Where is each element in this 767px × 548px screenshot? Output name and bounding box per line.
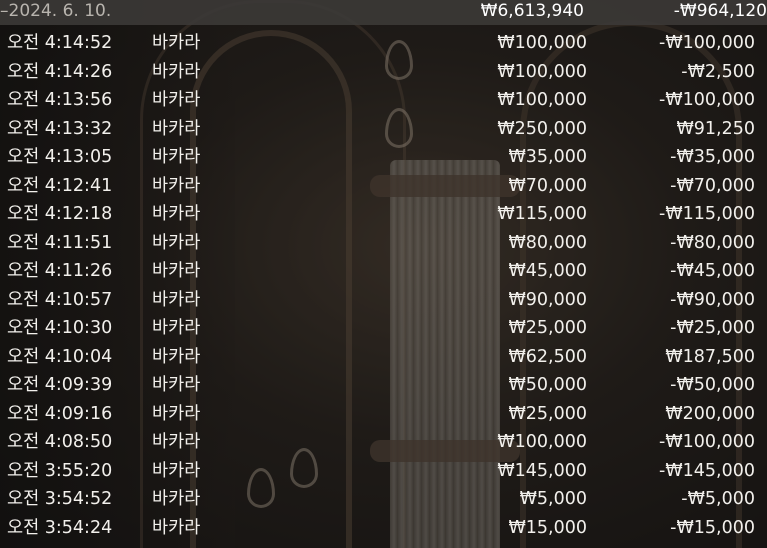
game-name: 바카라 bbox=[152, 289, 201, 310]
game-name: 바카라 bbox=[152, 175, 201, 196]
bet-history-row[interactable]: 오전 4:09:16 바카라 ₩25,000 ₩200,000 bbox=[0, 400, 767, 429]
total-bet-amount: ₩6,613,940 bbox=[480, 1, 584, 21]
result-amount: -₩35,000 bbox=[670, 147, 755, 167]
result-amount: -₩100,000 bbox=[659, 432, 755, 452]
bet-history-row[interactable]: 오전 4:14:26 바카라 ₩100,000 -₩2,500 bbox=[0, 58, 767, 87]
result-amount: -₩70,000 bbox=[670, 175, 755, 196]
bet-time: 오전 4:09:16 bbox=[7, 403, 113, 424]
bet-history-row[interactable]: 오전 3:54:24 바카라 ₩15,000 -₩15,000 bbox=[0, 514, 767, 543]
bet-amount: ₩70,000 bbox=[508, 175, 587, 196]
game-name: 바카라 bbox=[152, 318, 201, 338]
result-amount: -₩2,500 bbox=[681, 61, 755, 82]
bet-amount: ₩15,000 bbox=[508, 517, 587, 538]
bet-history-list: 오전 4:14:52 바카라 ₩100,000 -₩100,000 오전 4:1… bbox=[0, 29, 767, 542]
bet-time: 오전 4:10:04 bbox=[7, 346, 113, 367]
bet-amount: ₩90,000 bbox=[508, 289, 587, 310]
game-name: 바카라 bbox=[152, 61, 201, 82]
bet-amount: ₩80,000 bbox=[508, 232, 587, 253]
date-label: –2024. 6. 10. bbox=[0, 1, 112, 21]
game-name: 바카라 bbox=[152, 261, 201, 281]
bet-time: 오전 4:10:57 bbox=[7, 289, 113, 310]
game-name: 바카라 bbox=[152, 375, 201, 395]
bet-time: 오전 4:13:32 bbox=[7, 118, 113, 139]
bet-amount: ₩115,000 bbox=[497, 204, 587, 224]
bet-amount: ₩5,000 bbox=[519, 489, 587, 509]
game-name: 바카라 bbox=[152, 204, 201, 224]
bet-amount: ₩62,500 bbox=[508, 346, 587, 367]
game-name: 바카라 bbox=[152, 432, 201, 452]
bet-history-row[interactable]: 오전 4:10:04 바카라 ₩62,500 ₩187,500 bbox=[0, 343, 767, 372]
bet-amount: ₩50,000 bbox=[508, 375, 587, 395]
bet-history-row[interactable]: 오전 3:55:20 바카라 ₩145,000 -₩145,000 bbox=[0, 457, 767, 486]
result-amount: -₩115,000 bbox=[659, 204, 755, 224]
game-name: 바카라 bbox=[152, 460, 201, 481]
result-amount: ₩187,500 bbox=[665, 346, 755, 367]
result-amount: -₩50,000 bbox=[670, 375, 755, 395]
game-name: 바카라 bbox=[152, 118, 201, 139]
bet-amount: ₩250,000 bbox=[497, 118, 587, 139]
bet-history-row[interactable]: 오전 4:11:51 바카라 ₩80,000 -₩80,000 bbox=[0, 229, 767, 258]
result-amount: -₩45,000 bbox=[670, 261, 755, 281]
bet-time: 오전 4:13:56 bbox=[7, 90, 113, 110]
bet-amount: ₩25,000 bbox=[508, 403, 587, 424]
bet-history-row[interactable]: 오전 4:09:39 바카라 ₩50,000 -₩50,000 bbox=[0, 371, 767, 400]
bet-amount: ₩25,000 bbox=[508, 318, 587, 338]
bet-history-row[interactable]: 오전 4:10:57 바카라 ₩90,000 -₩90,000 bbox=[0, 286, 767, 315]
result-amount: -₩90,000 bbox=[670, 289, 755, 310]
game-name: 바카라 bbox=[152, 517, 201, 538]
bet-history-row[interactable]: 오전 4:10:30 바카라 ₩25,000 -₩25,000 bbox=[0, 314, 767, 343]
bet-amount: ₩145,000 bbox=[497, 460, 587, 481]
bet-time: 오전 4:08:50 bbox=[7, 432, 113, 452]
game-name: 바카라 bbox=[152, 346, 201, 367]
game-name: 바카라 bbox=[152, 90, 201, 110]
bet-time: 오전 4:11:51 bbox=[7, 232, 113, 253]
bet-time: 오전 4:14:26 bbox=[7, 61, 113, 82]
bet-amount: ₩100,000 bbox=[497, 33, 587, 53]
bet-time: 오전 3:54:24 bbox=[7, 517, 113, 538]
bet-history-row[interactable]: 오전 4:13:05 바카라 ₩35,000 -₩35,000 bbox=[0, 143, 767, 172]
result-amount: ₩200,000 bbox=[665, 403, 755, 424]
bet-history-row[interactable]: 오전 4:12:18 바카라 ₩115,000 -₩115,000 bbox=[0, 200, 767, 229]
bet-history-row[interactable]: 오전 4:13:56 바카라 ₩100,000 -₩100,000 bbox=[0, 86, 767, 115]
bet-history-row[interactable]: 오전 4:13:32 바카라 ₩250,000 ₩91,250 bbox=[0, 115, 767, 144]
result-amount: -₩100,000 bbox=[659, 33, 755, 53]
bet-time: 오전 4:13:05 bbox=[7, 147, 113, 167]
game-name: 바카라 bbox=[152, 232, 201, 253]
result-amount: -₩25,000 bbox=[670, 318, 755, 338]
bet-history-row[interactable]: 오전 4:11:26 바카라 ₩45,000 -₩45,000 bbox=[0, 257, 767, 286]
bet-history-row[interactable]: 오전 4:08:50 바카라 ₩100,000 -₩100,000 bbox=[0, 428, 767, 457]
date-summary-row[interactable]: –2024. 6. 10. ₩6,613,940 -₩964,120 bbox=[0, 0, 767, 25]
result-amount: ₩91,250 bbox=[676, 118, 755, 139]
result-amount: -₩100,000 bbox=[659, 90, 755, 110]
bet-time: 오전 4:09:39 bbox=[7, 375, 113, 395]
result-amount: -₩80,000 bbox=[670, 232, 755, 253]
total-result-amount: -₩964,120 bbox=[673, 1, 767, 21]
bet-history-row[interactable]: 오전 4:12:41 바카라 ₩70,000 -₩70,000 bbox=[0, 172, 767, 201]
game-name: 바카라 bbox=[152, 33, 201, 53]
game-name: 바카라 bbox=[152, 403, 201, 424]
bet-time: 오전 3:54:52 bbox=[7, 489, 113, 509]
result-amount: -₩15,000 bbox=[670, 517, 755, 538]
bet-amount: ₩35,000 bbox=[508, 147, 587, 167]
bet-time: 오전 4:14:52 bbox=[7, 33, 113, 53]
bet-time: 오전 4:12:18 bbox=[7, 204, 113, 224]
result-amount: -₩5,000 bbox=[681, 489, 755, 509]
bet-amount: ₩100,000 bbox=[497, 61, 587, 82]
bet-history-row[interactable]: 오전 3:54:52 바카라 ₩5,000 -₩5,000 bbox=[0, 485, 767, 514]
bet-amount: ₩100,000 bbox=[497, 432, 587, 452]
game-name: 바카라 bbox=[152, 489, 201, 509]
result-amount: -₩145,000 bbox=[659, 460, 755, 481]
bet-time: 오전 4:11:26 bbox=[7, 261, 113, 281]
bet-history-row[interactable]: 오전 4:14:52 바카라 ₩100,000 -₩100,000 bbox=[0, 29, 767, 58]
bet-time: 오전 4:10:30 bbox=[7, 318, 113, 338]
bet-time: 오전 3:55:20 bbox=[7, 460, 113, 481]
game-name: 바카라 bbox=[152, 147, 201, 167]
bet-time: 오전 4:12:41 bbox=[7, 175, 113, 196]
bet-amount: ₩45,000 bbox=[508, 261, 587, 281]
bet-amount: ₩100,000 bbox=[497, 90, 587, 110]
